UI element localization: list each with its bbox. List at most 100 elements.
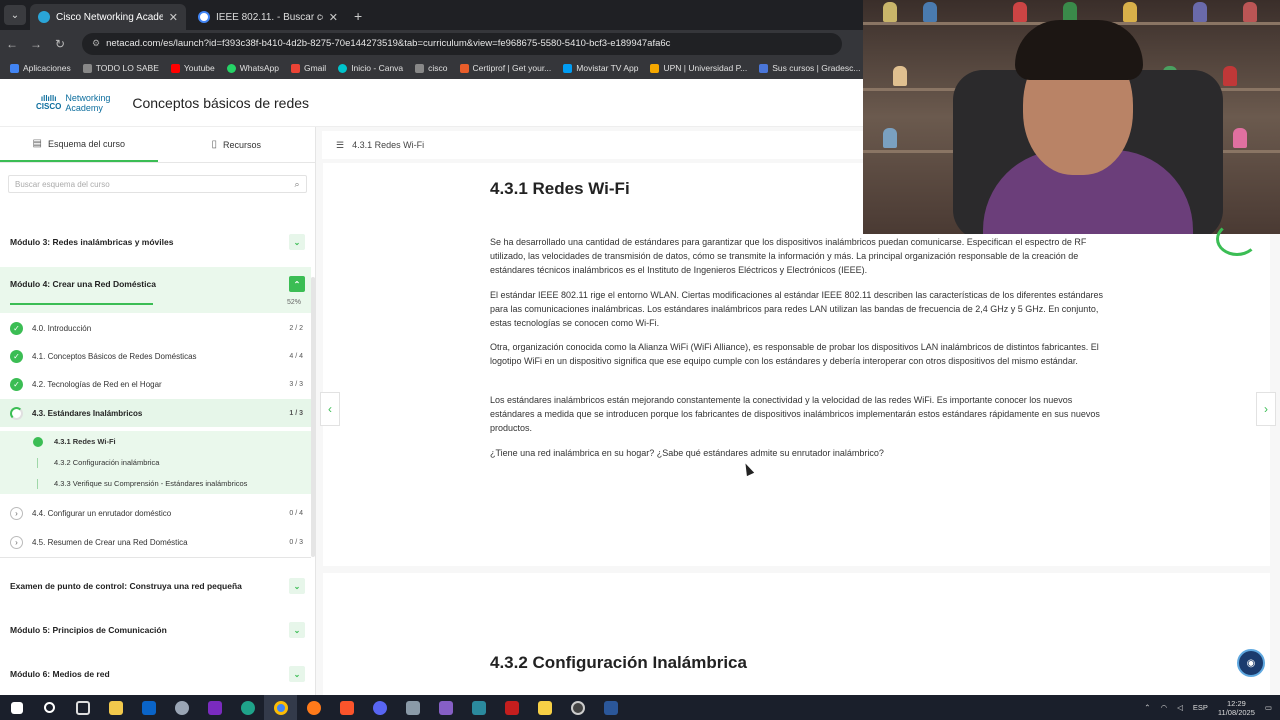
taskbar-discord[interactable] bbox=[363, 695, 396, 720]
figurine bbox=[1193, 2, 1207, 22]
search-button[interactable] bbox=[33, 695, 66, 720]
onenote-icon bbox=[207, 700, 222, 715]
taskbar-app[interactable] bbox=[165, 695, 198, 720]
subsection-4-3-1[interactable]: 4.3.1 Redes Wi-Fi bbox=[0, 431, 311, 452]
bookmark-gradescope[interactable]: Sus cursos | Gradesc... bbox=[759, 63, 860, 73]
chevron-down-icon[interactable]: ⌄ bbox=[289, 578, 305, 594]
divider bbox=[0, 557, 311, 558]
taskbar-onenote[interactable] bbox=[198, 695, 231, 720]
sidebar-tabs: ▤ Esquema del curso ▯ Recursos bbox=[0, 127, 315, 163]
taskbar-brave[interactable] bbox=[330, 695, 363, 720]
notifications-icon[interactable]: ▭ bbox=[1265, 703, 1272, 712]
discord-icon bbox=[372, 700, 387, 715]
bookmark-youtube[interactable]: Youtube bbox=[170, 63, 215, 73]
wifi-icon[interactable]: ◠ bbox=[1161, 703, 1168, 712]
chevron-down-icon[interactable]: ⌄ bbox=[289, 622, 305, 638]
bookmark-canva[interactable]: Inicio - Canva bbox=[338, 63, 403, 73]
module-5-row[interactable]: Módulo 5: Principios de Comunicación ⌄ bbox=[0, 615, 311, 645]
chevron-up-icon[interactable]: ⌃ bbox=[289, 276, 305, 292]
close-tab-icon[interactable]: ✕ bbox=[169, 11, 178, 24]
sidebar-scrollbar[interactable] bbox=[311, 277, 315, 557]
chat-assistant-button[interactable]: ◉ bbox=[1237, 649, 1265, 677]
taskbar-app[interactable] bbox=[396, 695, 429, 720]
module-4-row[interactable]: Módulo 4: Crear una Red Doméstica ⌃ bbox=[0, 267, 311, 305]
language-indicator[interactable]: ESP bbox=[1193, 703, 1208, 712]
edge-icon bbox=[240, 700, 255, 715]
menu-collapse-icon[interactable]: ☰ bbox=[336, 140, 344, 151]
checkpoint-exam-row[interactable]: Examen de punto de control: Construya un… bbox=[0, 571, 311, 601]
bookmark-label: TODO LO SABE bbox=[95, 63, 159, 73]
tab-search-button[interactable]: ⌄ bbox=[4, 5, 26, 25]
outline-search-input[interactable]: Buscar esquema del curso ⌕ bbox=[8, 175, 307, 193]
section-4-0[interactable]: ✓ 4.0. Introducción 2 / 2 bbox=[0, 314, 311, 342]
chevron-up-icon[interactable]: ⌃ bbox=[1144, 703, 1150, 712]
bookmark-upn[interactable]: UPN | Universidad P... bbox=[650, 63, 747, 73]
bookmark-apps[interactable]: Aplicaciones bbox=[10, 63, 71, 73]
forward-icon[interactable]: → bbox=[24, 37, 48, 51]
figurine bbox=[893, 66, 907, 86]
check-icon: ✓ bbox=[10, 377, 23, 391]
close-tab-icon[interactable]: ✕ bbox=[329, 11, 338, 24]
bookmark-label: UPN | Universidad P... bbox=[663, 63, 748, 73]
taskbar-app[interactable] bbox=[561, 695, 594, 720]
tab-title: IEEE 802.11. - Buscar con Goog bbox=[216, 11, 323, 23]
tree-line-icon bbox=[37, 457, 38, 468]
previous-page-button[interactable]: ‹ bbox=[320, 392, 340, 426]
taskbar-chrome[interactable] bbox=[264, 695, 297, 720]
movistar-icon bbox=[563, 63, 573, 73]
section-4-2[interactable]: ✓ 4.2. Tecnologías de Red en el Hogar 3 … bbox=[0, 370, 311, 398]
subsection-4-3-3[interactable]: 4.3.3 Verifique su Comprensión - Estánda… bbox=[0, 473, 311, 494]
clock[interactable]: 12:29 11/08/2025 bbox=[1218, 699, 1255, 717]
tab-resources[interactable]: ▯ Recursos bbox=[158, 127, 316, 162]
taskbar-app[interactable] bbox=[462, 695, 495, 720]
next-page-button[interactable]: › bbox=[1256, 392, 1276, 426]
back-icon[interactable]: ← bbox=[0, 37, 24, 51]
bookmark-cisco[interactable]: cisco bbox=[415, 63, 448, 73]
section-label: 4.3. Estándares Inalámbricos bbox=[32, 408, 143, 418]
site-info-icon[interactable]: ⚙ bbox=[92, 38, 100, 49]
tab-course-outline[interactable]: ▤ Esquema del curso bbox=[0, 127, 158, 162]
chevron-down-icon[interactable]: ⌄ bbox=[289, 234, 305, 250]
chevron-down-icon[interactable]: ⌄ bbox=[289, 666, 305, 682]
taskbar-word[interactable] bbox=[594, 695, 627, 720]
section-4-5[interactable]: › 4.5. Resumen de Crear una Red Doméstic… bbox=[0, 528, 311, 556]
module-6-row[interactable]: Módulo 6: Medios de red ⌄ bbox=[0, 659, 311, 689]
task-view-button[interactable] bbox=[66, 695, 99, 720]
start-button[interactable] bbox=[0, 695, 33, 720]
module-3-row[interactable]: Módulo 3: Redes inalámbricas y móviles ⌄ bbox=[0, 227, 311, 257]
volume-icon[interactable]: ◁ bbox=[1177, 703, 1183, 712]
reload-icon[interactable]: ↻ bbox=[48, 37, 72, 51]
section-4-3[interactable]: 4.3. Estándares Inalámbricos 1 / 3 bbox=[0, 399, 311, 427]
section-4-4[interactable]: › 4.4. Configurar un enrutador doméstico… bbox=[0, 499, 311, 527]
address-bar[interactable]: ⚙ netacad.com/es/launch?id=f393c38f-b410… bbox=[82, 32, 842, 55]
bookmark-todo-lo-sabe[interactable]: TODO LO SABE bbox=[82, 63, 159, 73]
cisco-logo[interactable]: ıllıllı CISCO Networking Academy bbox=[36, 93, 110, 113]
taskbar-file-explorer[interactable] bbox=[99, 695, 132, 720]
taskbar-app[interactable] bbox=[495, 695, 528, 720]
section-4-1[interactable]: ✓ 4.1. Conceptos Básicos de Redes Domést… bbox=[0, 342, 311, 370]
search-icon bbox=[44, 702, 55, 713]
taskbar-outlook[interactable] bbox=[132, 695, 165, 720]
browser-tab-google[interactable]: IEEE 802.11. - Buscar con Goog ✕ bbox=[190, 4, 346, 30]
bookmark-certiprof[interactable]: Certiprof | Get your... bbox=[459, 63, 552, 73]
bookmark-whatsapp[interactable]: WhatsApp bbox=[226, 63, 279, 73]
taskbar-edge[interactable] bbox=[231, 695, 264, 720]
taskbar-sticky-notes[interactable] bbox=[528, 695, 561, 720]
search-icon[interactable]: ⌕ bbox=[288, 179, 306, 190]
gmail-icon bbox=[290, 63, 300, 73]
section-count: 2 / 2 bbox=[289, 324, 303, 332]
taskbar-firefox[interactable] bbox=[297, 695, 330, 720]
figurine bbox=[1223, 66, 1237, 86]
taskbar-visual-studio[interactable] bbox=[429, 695, 462, 720]
next-section-title: 4.3.2 Configuración Inalámbrica bbox=[490, 653, 747, 672]
tab-title: Cisco Networking Academy: Co bbox=[56, 11, 163, 23]
subsection-4-3-2[interactable]: 4.3.2 Configuración inalámbrica bbox=[0, 452, 311, 473]
sticky-notes-icon bbox=[537, 700, 552, 715]
new-tab-icon[interactable]: + bbox=[354, 8, 362, 24]
section-count: 0 / 3 bbox=[289, 538, 303, 546]
figurine bbox=[1243, 2, 1257, 22]
bookmark-movistar[interactable]: Movistar TV App bbox=[563, 63, 638, 73]
bookmark-label: Certiprof | Get your... bbox=[472, 63, 552, 73]
bookmark-gmail[interactable]: Gmail bbox=[290, 63, 326, 73]
browser-tab-cisco[interactable]: Cisco Networking Academy: Co ✕ bbox=[30, 4, 186, 30]
